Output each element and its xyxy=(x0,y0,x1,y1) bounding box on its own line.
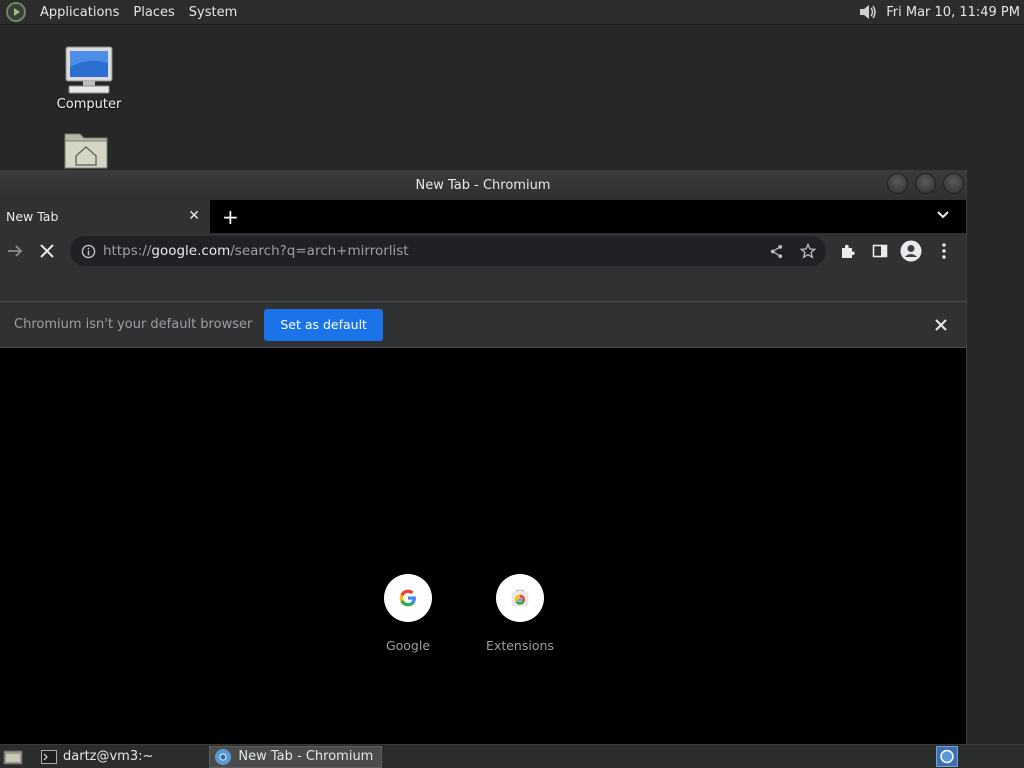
side-panel-icon[interactable] xyxy=(872,243,888,259)
tab-new-tab[interactable]: New Tab ✕ xyxy=(0,200,210,233)
desktop-icon-computer[interactable]: Computer xyxy=(50,45,128,112)
tab-label: New Tab xyxy=(6,209,59,224)
forward-arrow-icon[interactable] xyxy=(6,242,24,260)
mate-logo-icon[interactable] xyxy=(5,1,27,23)
infobar-message: Chromium isn't your default browser xyxy=(14,317,253,332)
menu-system[interactable]: System xyxy=(182,0,244,25)
shortcut-extensions[interactable]: Extensions xyxy=(470,574,570,653)
url-path: /search?q=arch+mirrorlist xyxy=(230,243,409,259)
desktop-icon-home[interactable] xyxy=(62,128,110,170)
shortcut-icon-tile xyxy=(496,574,544,622)
menu-applications[interactable]: Applications xyxy=(33,0,126,25)
tab-close-icon[interactable]: ✕ xyxy=(188,208,200,224)
workspace-switcher-icon[interactable] xyxy=(936,746,958,767)
share-icon[interactable] xyxy=(769,244,784,259)
set-as-default-button[interactable]: Set as default xyxy=(264,308,383,341)
tab-strip: New Tab ✕ + xyxy=(0,200,966,233)
new-tab-button[interactable]: + xyxy=(222,207,239,227)
shortcut-label: Google xyxy=(385,638,431,653)
browser-toolbar: https://google.com/search?q=arch+mirrorl… xyxy=(0,233,966,269)
site-info-icon[interactable] xyxy=(81,244,96,259)
taskbar-item-label: New Tab - Chromium xyxy=(238,749,374,764)
shortcut-icon-tile xyxy=(384,574,432,622)
clock[interactable]: Fri Mar 10, 11:49 PM xyxy=(886,5,1020,20)
terminal-icon xyxy=(41,749,57,764)
tab-search-chevron-icon[interactable] xyxy=(936,208,950,222)
stop-loading-icon[interactable] xyxy=(39,243,55,259)
menu-places[interactable]: Places xyxy=(126,0,181,25)
shortcut-google[interactable]: Google xyxy=(358,574,458,653)
window-title: New Tab - Chromium xyxy=(415,177,551,193)
chrome-web-store-icon xyxy=(511,589,529,607)
default-browser-infobar: Chromium isn't your default browser Set … xyxy=(0,302,966,348)
taskbar-item-terminal[interactable]: dartz@vm3:~ xyxy=(37,746,161,768)
google-g-icon xyxy=(399,589,416,607)
new-tab-page: Google Extensions xyxy=(0,348,966,743)
window-titlebar[interactable]: New Tab - Chromium xyxy=(0,170,966,200)
shortcut-label: Extensions xyxy=(486,638,554,653)
computer-icon xyxy=(65,46,113,94)
url-host: google.com xyxy=(151,243,231,259)
taskbar-item-label: dartz@vm3:~ xyxy=(63,749,154,764)
volume-icon[interactable] xyxy=(856,1,878,23)
bottom-panel: dartz@vm3:~ New Tab - Chromium xyxy=(0,744,1024,768)
taskbar-item-chromium[interactable]: New Tab - Chromium xyxy=(209,745,383,768)
url-scheme: https:// xyxy=(103,243,152,259)
close-window-button[interactable] xyxy=(943,173,964,194)
show-desktop-icon[interactable] xyxy=(3,748,23,766)
extensions-puzzle-icon[interactable] xyxy=(840,243,856,259)
infobar-close-icon[interactable] xyxy=(932,316,950,334)
maximize-button[interactable] xyxy=(915,173,936,194)
chromium-icon xyxy=(215,748,232,765)
top-panel: Applications Places System Fri Mar 10, 1… xyxy=(0,0,1024,25)
bookmark-bar xyxy=(0,269,966,302)
omnibox[interactable]: https://google.com/search?q=arch+mirrorl… xyxy=(70,236,826,266)
desktop-icon-label: Computer xyxy=(56,97,122,112)
profile-avatar-icon[interactable] xyxy=(900,240,922,262)
home-folder-icon xyxy=(64,133,108,169)
bookmark-star-icon[interactable] xyxy=(800,243,816,259)
chromium-window: New Tab - Chromium New Tab ✕ + https:// … xyxy=(0,170,967,744)
more-menu-icon[interactable] xyxy=(938,242,950,260)
minimize-button[interactable] xyxy=(887,173,908,194)
window-controls xyxy=(887,173,964,194)
